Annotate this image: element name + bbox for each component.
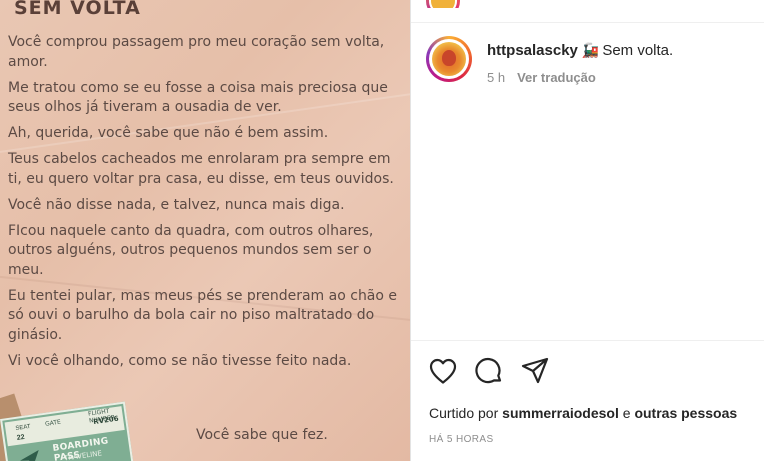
poem-body: Você comprou passagem pro meu coração se… — [8, 33, 403, 378]
share-button[interactable] — [519, 355, 551, 387]
like-button[interactable] — [427, 355, 459, 387]
poem-stanza: FIcou naquele canto da quadra, com outro… — [8, 222, 374, 278]
post-header — [411, 0, 764, 23]
post-side-panel: httpsalascky 🚂 Sem volta. 5 h Ver tradução … — [410, 0, 764, 461]
poem-stanza: Você comprou passagem pro meu coração se… — [8, 34, 385, 70]
caption-username[interactable]: httpsalascky — [487, 42, 578, 59]
post-caption: httpsalascky 🚂 Sem volta. 5 h Ver tradução — [411, 36, 764, 96]
poem-stanza: Vi você olhando, como se não tivesse fei… — [8, 352, 352, 369]
likes-prefix: Curtido por — [429, 405, 499, 421]
comment-icon — [475, 358, 502, 384]
airplane-icon — [20, 450, 39, 461]
caption-meta: 5 h Ver tradução — [487, 70, 596, 85]
ticket-gate: 22 — [16, 433, 26, 442]
poem-stanza: Teus cabelos cacheados me enrolaram pra … — [8, 151, 394, 187]
likes-summary: Curtido por summerraiodesol e outras pes… — [429, 405, 737, 421]
likes-joiner: e — [622, 405, 631, 421]
post-actions: Curtido por summerraiodesol e outras pes… — [411, 340, 764, 462]
post-image: SEM VOLTA Você comprou passagem pro meu … — [0, 0, 410, 461]
poem-title: SEM VOLTA — [14, 0, 141, 19]
comment-button[interactable] — [473, 355, 505, 387]
poem-signoff: Você sabe que fez. — [196, 427, 328, 443]
header-avatar[interactable] — [426, 0, 462, 8]
likes-others-link[interactable]: outras pessoas — [634, 405, 737, 421]
poem-stanza: Você não disse nada, e talvez, nunca mai… — [8, 196, 345, 213]
train-emoji: 🚂 — [581, 42, 600, 58]
send-icon — [521, 357, 549, 384]
ticket-gate-label: GATE — [44, 418, 62, 428]
avatar[interactable] — [426, 36, 472, 82]
caption-line: httpsalascky 🚂 Sem volta. — [487, 42, 673, 59]
caption-text: Sem volta. — [602, 42, 674, 59]
poem-stanza: Me tratou como se eu fosse a coisa mais … — [8, 79, 388, 116]
poem-stanza: Ah, querida, você sabe que não é bem ass… — [8, 125, 329, 141]
translate-link[interactable]: Ver tradução — [517, 70, 596, 85]
ticket-seat-label: SEAT — [15, 423, 32, 432]
post-timestamp[interactable]: HÁ 5 HORAS — [429, 434, 494, 445]
boarding-pass-ticket: SEAT 22 GATE FLIGHT NUMBER RV206 BOARDIN… — [0, 401, 134, 461]
post-time[interactable]: 5 h — [487, 70, 505, 85]
heart-icon — [429, 358, 457, 384]
liked-by-user[interactable]: summerraiodesol — [502, 405, 619, 421]
poem-stanza: Eu tentei pular, mas meus pés se prender… — [8, 287, 398, 343]
